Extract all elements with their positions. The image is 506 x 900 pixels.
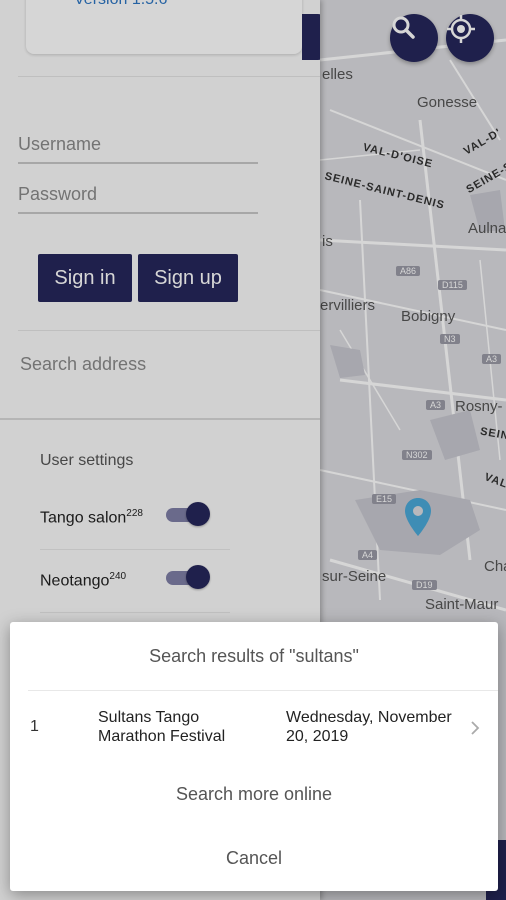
result-name: Sultans Tango Marathon Festival [98, 709, 226, 745]
result-index: 1 [30, 718, 39, 735]
dialog-title: Search results of "sultans" [149, 646, 359, 666]
divider [28, 690, 498, 691]
chevron-right-icon [471, 721, 480, 735]
search-result-row[interactable]: 1 Sultans Tango Marathon Festival Wednes… [10, 692, 498, 762]
cancel-button[interactable]: Cancel [10, 848, 498, 869]
search-more-online-button[interactable]: Search more online [10, 784, 498, 805]
result-date: Wednesday, November 20, 2019 [286, 709, 452, 745]
search-results-dialog: Search results of "sultans" 1 Sultans Ta… [10, 622, 498, 891]
